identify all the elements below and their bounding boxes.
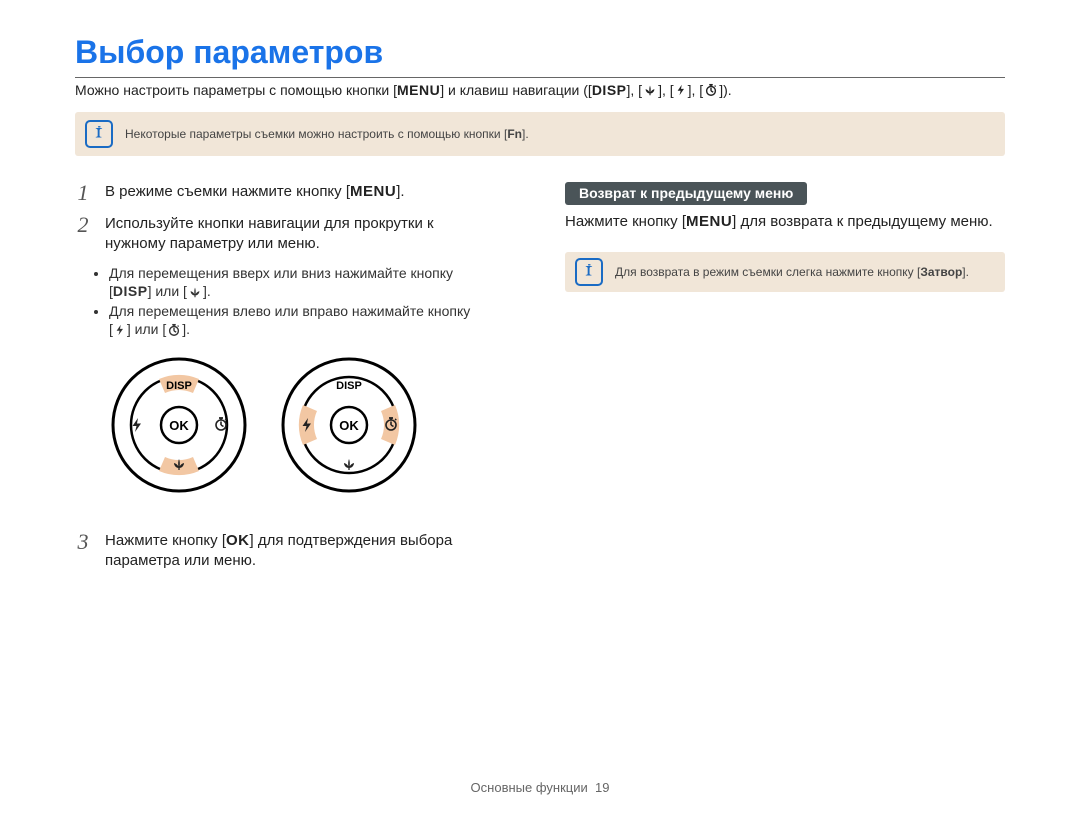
intro-seg: ], [ xyxy=(627,82,643,98)
fn-glyph: Fn xyxy=(507,127,522,141)
menu-glyph: MENU xyxy=(350,182,396,202)
disp-glyph: DISP xyxy=(592,82,627,98)
bullet-list: Для перемещения вверх или вниз нажимайте… xyxy=(109,265,515,338)
footer-page-number: 19 xyxy=(595,780,609,795)
right-text: Нажмите кнопку [ MENU ] для возврата к п… xyxy=(565,213,1005,230)
intro-seg: ] и клавиш навигации ([ xyxy=(440,82,592,98)
flash-icon xyxy=(114,323,126,337)
bullet-seg: ] или [ xyxy=(127,321,166,337)
intro-text: Можно настроить параметры с помощью кноп… xyxy=(75,82,1005,98)
bullet-seg: ]. xyxy=(203,283,211,299)
note-seg: ]. xyxy=(522,127,529,141)
ok-glyph: OK xyxy=(226,531,250,551)
macro-icon xyxy=(643,83,657,97)
step-number: 1 xyxy=(75,182,91,204)
svg-text:OK: OK xyxy=(169,418,189,433)
bullet-seg: [ xyxy=(109,321,113,337)
step-line: параметра или меню. xyxy=(105,551,452,571)
step-line: нужному параметру или меню. xyxy=(105,234,434,254)
svg-text:DISP: DISP xyxy=(336,380,362,392)
bullet-item: Для перемещения вверх или вниз нажимайте… xyxy=(109,265,515,299)
note-seg: Некоторые параметры съемки можно настрои… xyxy=(125,127,507,141)
timer-icon xyxy=(704,83,718,97)
manual-page: Выбор параметров Можно настроить парамет… xyxy=(0,0,1080,815)
right-seg: ] для возврата к предыдущему меню. xyxy=(732,213,993,230)
left-column: 1 В режиме съемки нажмите кнопку [ MENU … xyxy=(75,182,515,582)
step-2: 2 Используйте кнопки навигации для прокр… xyxy=(75,214,515,255)
columns: 1 В режиме съемки нажмите кнопку [ MENU … xyxy=(75,182,1005,582)
title-rule xyxy=(75,77,1005,78)
shutter-glyph: Затвор xyxy=(920,265,962,279)
step-body: В режиме съемки нажмите кнопку [ MENU ]. xyxy=(105,182,405,204)
info-icon xyxy=(85,120,113,148)
note-text: Некоторые параметры съемки можно настрои… xyxy=(125,127,529,141)
intro-seg: ], [ xyxy=(658,82,674,98)
step-body: Нажмите кнопку [ OK ] для подтверждения … xyxy=(105,531,452,572)
nav-dial-horizontal: OK DISP xyxy=(279,355,419,495)
bullet-text: Для перемещения влево или вправо нажимай… xyxy=(109,303,470,319)
info-icon xyxy=(575,258,603,286)
note-box: Для возврата в режим съемки слегка нажми… xyxy=(565,252,1005,292)
step-seg: В режиме съемки нажмите кнопку [ xyxy=(105,182,350,202)
right-seg: Нажмите кнопку [ xyxy=(565,213,686,230)
macro-icon xyxy=(188,285,202,299)
note-seg: Для возврата в режим съемки слегка нажми… xyxy=(615,265,920,279)
disp-glyph: DISP xyxy=(113,283,148,299)
note-text: Для возврата в режим съемки слегка нажми… xyxy=(615,265,969,279)
flash-icon xyxy=(675,83,687,97)
step-seg: Нажмите кнопку [ xyxy=(105,531,226,551)
page-title: Выбор параметров xyxy=(75,34,1005,71)
bullet-seg: ] или [ xyxy=(148,283,187,299)
step-body: Используйте кнопки навигации для прокрут… xyxy=(105,214,434,255)
svg-text:OK: OK xyxy=(339,418,359,433)
step-number: 3 xyxy=(75,531,91,572)
section-heading: Возврат к предыдущему меню xyxy=(565,182,807,205)
footer-label: Основные функции xyxy=(471,780,588,795)
menu-glyph: MENU xyxy=(397,82,440,98)
menu-glyph: MENU xyxy=(686,213,732,230)
nav-dial-vertical: OK DISP xyxy=(109,355,249,495)
note-seg: ]. xyxy=(962,265,969,279)
bullet-item: Для перемещения влево или вправо нажимай… xyxy=(109,303,515,337)
intro-seg: ], [ xyxy=(688,82,704,98)
svg-text:DISP: DISP xyxy=(166,380,192,392)
step-seg: ] для подтверждения выбора xyxy=(250,531,453,551)
timer-icon xyxy=(167,323,181,337)
bullet-text: Для перемещения вверх или вниз нажимайте… xyxy=(109,265,453,281)
step-3: 3 Нажмите кнопку [ OK ] для подтверждени… xyxy=(75,531,515,572)
intro-seg: ]). xyxy=(719,82,731,98)
note-box: Некоторые параметры съемки можно настрои… xyxy=(75,112,1005,156)
step-1: 1 В режиме съемки нажмите кнопку [ MENU … xyxy=(75,182,515,204)
step-seg: ]. xyxy=(396,182,404,202)
dial-diagrams: OK DISP OK xyxy=(109,355,515,495)
bullet-seg: ]. xyxy=(182,321,190,337)
intro-seg: Можно настроить параметры с помощью кноп… xyxy=(75,82,397,98)
step-line: Используйте кнопки навигации для прокрут… xyxy=(105,214,434,234)
page-footer: Основные функции 19 xyxy=(0,780,1080,795)
step-number: 2 xyxy=(75,214,91,255)
right-column: Возврат к предыдущему меню Нажмите кнопк… xyxy=(565,182,1005,582)
